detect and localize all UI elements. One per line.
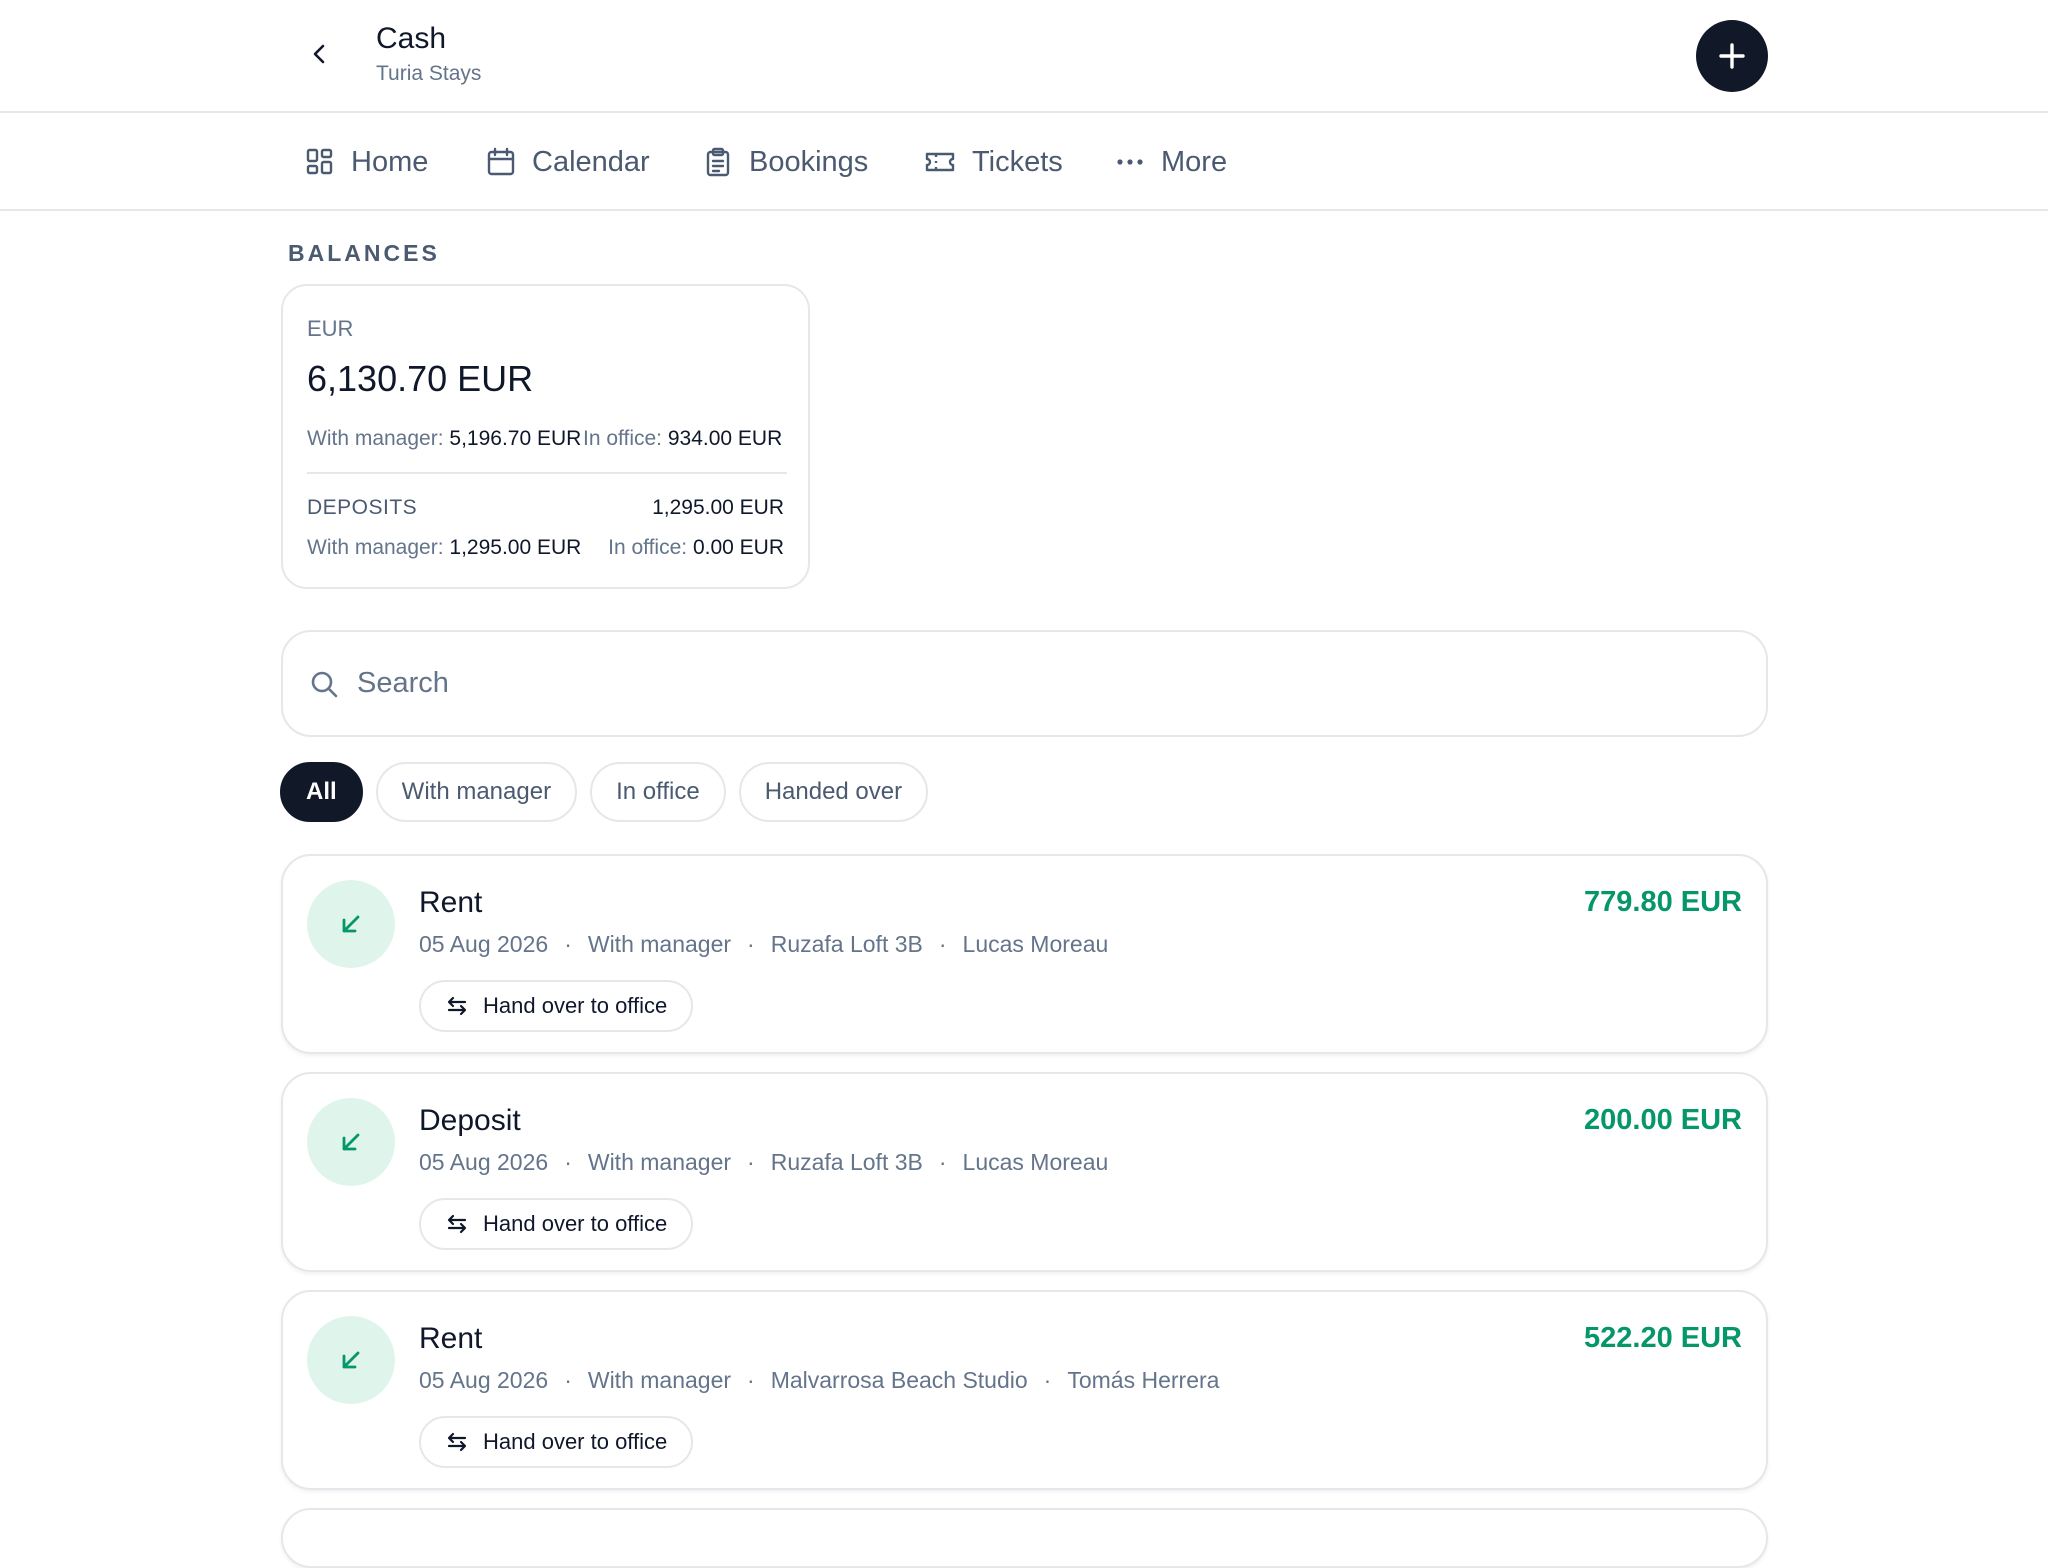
meta-separator: · <box>564 1149 572 1175</box>
swap-icon <box>447 1214 467 1234</box>
clipboard-icon <box>706 147 730 177</box>
transaction-title: Deposit <box>419 1104 521 1137</box>
nav-item-bookings[interactable]: Bookings <box>703 113 868 211</box>
hand-over-label: Hand over to office <box>483 1211 668 1236</box>
swap-icon <box>447 1432 467 1452</box>
transaction-card[interactable]: Rent 05 Aug 2026 · With manager · Ruzafa… <box>281 854 1768 1054</box>
app-header: Cash Turia Stays <box>0 0 2048 113</box>
transaction-card[interactable]: Rent 05 Aug 2026 · With manager · Malvar… <box>281 1290 1768 1490</box>
deposits-in-office-value: 0.00 EUR <box>692 536 784 559</box>
filter-chip-all[interactable]: All <box>280 762 363 822</box>
transaction-property: Malvarrosa Beach Studio <box>770 1367 1028 1393</box>
transaction-guest: Lucas Moreau <box>962 1149 1109 1175</box>
meta-separator: · <box>564 931 572 957</box>
transaction-meta: 05 Aug 2026 · With manager · Ruzafa Loft… <box>419 931 1108 958</box>
transaction-card-partial[interactable] <box>281 1508 1768 1568</box>
balance-in-office-value: 934.00 EUR <box>667 427 783 450</box>
hand-over-label: Hand over to office <box>483 1429 668 1454</box>
transaction-amount: 522.20 EUR <box>1584 1322 1742 1354</box>
deposits-with-manager-value: 1,295.00 EUR <box>449 536 582 559</box>
search-icon <box>311 671 338 697</box>
transaction-meta: 05 Aug 2026 · With manager · Malvarrosa … <box>419 1367 1219 1394</box>
transaction-date: 05 Aug 2026 <box>419 931 549 957</box>
balance-with-manager-value: 5,196.70 EUR <box>449 427 582 450</box>
transaction-property: Ruzafa Loft 3B <box>770 931 923 957</box>
plus-icon <box>1719 43 1745 69</box>
transaction-meta: 05 Aug 2026 · With manager · Ruzafa Loft… <box>419 1149 1108 1176</box>
ticket-icon <box>925 152 955 172</box>
deposits-with-manager: With manager: 1,295.00 EUR <box>307 536 581 560</box>
transaction-amount: 779.80 EUR <box>1584 886 1742 918</box>
nav-item-home[interactable]: Home <box>305 113 428 211</box>
balance-card: EUR 6,130.70 EUR With manager: 5,196.70 … <box>281 284 810 589</box>
swap-icon <box>447 996 467 1016</box>
arrow-down-left-icon <box>342 1133 360 1151</box>
deposits-total: 1,295.00 EUR <box>652 496 784 519</box>
transaction-status: With manager <box>587 1367 732 1393</box>
grid-icon <box>306 148 333 175</box>
transaction-title: Rent <box>419 886 483 919</box>
search-placeholder: Search <box>357 667 449 699</box>
balance-with-manager: With manager: 5,196.70 EUR <box>307 427 581 451</box>
back-button[interactable] <box>300 34 340 74</box>
calendar-icon <box>487 147 515 176</box>
incoming-icon <box>307 880 395 968</box>
transaction-amount: 200.00 EUR <box>1584 1104 1742 1136</box>
nav-label-calendar: Calendar <box>532 145 650 178</box>
nav-label-tickets: Tickets <box>972 145 1063 178</box>
balance-in-office: In office: 934.00 EUR <box>583 427 782 451</box>
balance-with-manager-label: With manager: <box>307 427 444 450</box>
meta-separator: · <box>938 1149 947 1175</box>
transaction-date: 05 Aug 2026 <box>419 1149 549 1175</box>
balance-in-office-label: In office: <box>583 427 662 450</box>
deposits-in-office-label: In office: <box>608 536 688 559</box>
nav-item-more[interactable]: More <box>1115 113 1227 211</box>
filter-chips: All With manager In office Handed over <box>280 762 929 822</box>
hand-over-button[interactable]: Hand over to office <box>419 1198 694 1250</box>
hand-over-button[interactable]: Hand over to office <box>419 980 694 1032</box>
nav-item-tickets[interactable]: Tickets <box>924 113 1063 211</box>
transaction-status: With manager <box>587 931 732 957</box>
transaction-status: With manager <box>587 1149 732 1175</box>
deposits-with-manager-label: With manager: <box>307 536 444 559</box>
nav-label-more: More <box>1161 145 1228 178</box>
meta-separator: · <box>747 1149 755 1175</box>
hand-over-label: Hand over to office <box>483 993 668 1018</box>
incoming-icon <box>307 1316 395 1404</box>
meta-separator: · <box>1043 1367 1052 1393</box>
search-input[interactable]: Search <box>281 630 1768 737</box>
incoming-icon <box>307 1098 395 1186</box>
nav-item-calendar[interactable]: Calendar <box>486 113 650 211</box>
transaction-guest: Tomás Herrera <box>1067 1367 1220 1393</box>
arrow-down-left-icon <box>342 1351 360 1369</box>
filter-chip-handed-over[interactable]: Handed over <box>738 762 929 822</box>
more-horizontal-icon <box>1117 159 1143 165</box>
transaction-date: 05 Aug 2026 <box>419 1367 549 1393</box>
balance-currency: EUR <box>307 316 354 341</box>
transaction-card[interactable]: Deposit 05 Aug 2026 · With manager · Ruz… <box>281 1072 1768 1272</box>
balance-divider <box>307 472 787 474</box>
chevron-left-icon <box>313 44 325 64</box>
page-subtitle: Turia Stays <box>376 62 482 85</box>
meta-separator: · <box>747 931 755 957</box>
add-button[interactable] <box>1696 20 1768 92</box>
arrow-down-left-icon <box>342 915 360 933</box>
meta-separator: · <box>564 1367 572 1393</box>
hand-over-button[interactable]: Hand over to office <box>419 1416 694 1468</box>
transaction-title: Rent <box>419 1322 483 1355</box>
meta-separator: · <box>747 1367 755 1393</box>
page-title: Cash <box>376 22 447 55</box>
meta-separator: · <box>938 931 947 957</box>
filter-chip-in-office[interactable]: In office <box>590 762 726 822</box>
deposits-label: DEPOSITS <box>307 496 418 519</box>
filter-chip-with-manager[interactable]: With manager <box>375 762 578 822</box>
nav-label-home: Home <box>351 145 429 178</box>
deposits-in-office: In office: 0.00 EUR <box>608 536 784 560</box>
nav-label-bookings: Bookings <box>749 145 869 178</box>
main-nav: Home Calendar Bookings Tickets More <box>0 113 2048 211</box>
balances-section-label: BALANCES <box>288 240 440 266</box>
transaction-property: Ruzafa Loft 3B <box>770 1149 923 1175</box>
transaction-guest: Lucas Moreau <box>962 931 1109 957</box>
balance-total: 6,130.70 EUR <box>307 358 534 399</box>
